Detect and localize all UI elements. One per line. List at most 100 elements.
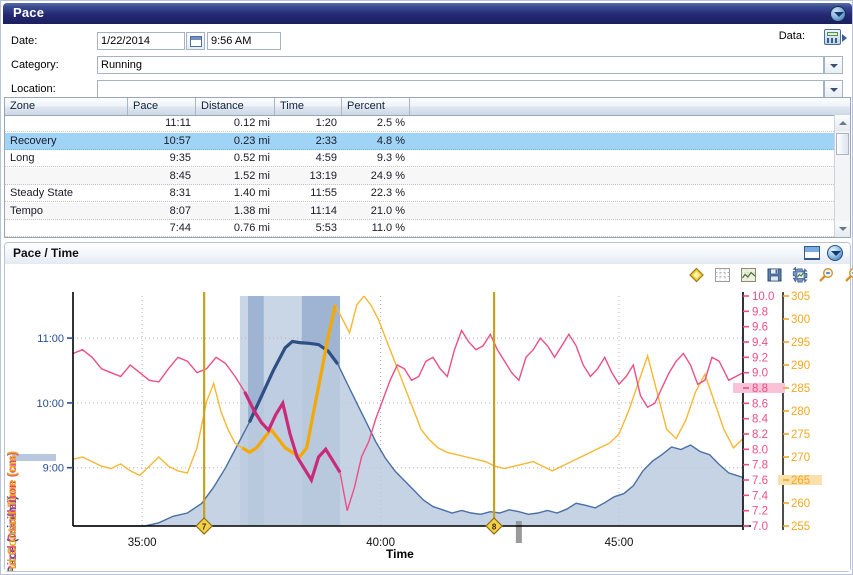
svg-text:305: 305 (791, 291, 810, 303)
scroll-down-icon[interactable] (835, 221, 850, 237)
gray-marker-bar (515, 521, 522, 543)
table-row[interactable]: Tempo 8:07 1.38 mi 11:14 21.0 % (5, 202, 836, 220)
location-input[interactable] (97, 80, 824, 98)
table-row[interactable]: Steady State 8:31 1.40 mi 11:55 22.3 % (5, 185, 836, 202)
time-input[interactable]: 9:56 AM (207, 32, 281, 50)
cell-pace: 8:45 (169, 169, 191, 182)
cell-zone: Tempo (10, 204, 44, 217)
svg-text:8.8: 8.8 (752, 383, 768, 395)
svg-text:260: 260 (791, 498, 810, 510)
svg-text:9.6: 9.6 (752, 322, 768, 334)
zone-table: Zone Pace Distance Time Percent 11:11 0.1… (4, 97, 851, 238)
date-input[interactable]: 1/22/2014 (97, 32, 185, 50)
chart-image-icon[interactable] (740, 267, 757, 283)
cell-percent: 4.8 % (376, 134, 405, 147)
cell-zone (10, 220, 128, 237)
location-dropdown-icon[interactable] (824, 80, 843, 98)
svg-text:8.6: 8.6 (752, 398, 768, 410)
cell-percent: 9.3 % (376, 152, 405, 164)
svg-text:285: 285 (791, 383, 810, 395)
zoom-out-icon[interactable] (818, 267, 835, 283)
col-header-percent[interactable]: Percent (342, 98, 410, 115)
data-expand-icon[interactable] (842, 34, 847, 42)
table-scrollbar[interactable] (834, 115, 850, 237)
svg-text:280: 280 (791, 406, 810, 418)
table-row[interactable]: Recovery 10:57 0.23 mi 2:33 4.8 % (5, 132, 836, 150)
table-row[interactable]: Long 9:35 0.52 mi 4:59 9.3 % (5, 150, 836, 167)
table-row[interactable]: 8:45 1.52 mi 13:19 24.9 % (5, 167, 836, 185)
svg-text:10:00: 10:00 (36, 398, 64, 410)
col-header-distance[interactable]: Distance (196, 98, 275, 115)
chart-title: Pace / Time (13, 246, 79, 260)
category-dropdown-icon[interactable] (824, 56, 843, 74)
cell-time: 4:59 (315, 152, 337, 164)
svg-text:300: 300 (791, 314, 810, 326)
cell-time: 11:55 (310, 187, 337, 199)
cell-percent: 11.0 % (371, 222, 405, 234)
svg-text:9.4: 9.4 (752, 337, 769, 349)
table-row[interactable]: 7:44 0.76 mi 5:53 11.0 % (5, 220, 836, 237)
cell-distance: 0.12 mi (233, 117, 270, 129)
col-header-pace[interactable]: Pace (128, 98, 196, 115)
cell-distance: 1.52 mi (233, 169, 270, 182)
svg-text:9.2: 9.2 (752, 352, 768, 364)
table-row[interactable]: 11:11 0.12 mi 1:20 2.5 % (5, 115, 836, 132)
cell-percent: 24.9 % (370, 169, 405, 182)
window-collapse-icon[interactable] (830, 6, 846, 22)
svg-text:7.2: 7.2 (752, 506, 768, 518)
chart-panel: Pace / Time 11:00 10:00 9:00 10.0 9.8 9.… (4, 242, 853, 572)
cell-zone: Recovery (10, 134, 57, 147)
col-header-blank[interactable] (410, 98, 850, 115)
svg-text:9.0: 9.0 (752, 368, 768, 380)
page-title: Pace (13, 5, 45, 20)
scroll-up-icon[interactable] (835, 115, 850, 131)
svg-text:35:00: 35:00 (128, 537, 157, 549)
zoom-in-icon[interactable] (844, 267, 853, 283)
scrollbar-thumb[interactable] (836, 133, 849, 155)
svg-text:7.4: 7.4 (752, 490, 769, 502)
svg-text:8.2: 8.2 (752, 429, 768, 441)
svg-text:9.8: 9.8 (752, 306, 768, 318)
split-view-icon[interactable] (804, 246, 820, 260)
svg-text:7.6: 7.6 (752, 475, 768, 487)
cell-distance: 1.40 mi (233, 187, 270, 199)
cell-distance: 0.52 mi (233, 152, 270, 164)
calculator-icon[interactable] (824, 29, 841, 45)
chart-plot-area[interactable]: 11:00 10:00 9:00 10.0 9.8 9.6 9.4 9.2 9.0 8.8 8.6 8… (5, 286, 850, 571)
settings-icon[interactable] (792, 266, 809, 283)
chart-header: Pace / Time (5, 243, 850, 265)
svg-text:11:00: 11:00 (37, 333, 64, 345)
ground-contact-time-line (72, 294, 744, 477)
cell-pace: 11:11 (165, 117, 191, 129)
marker-icon[interactable] (688, 267, 705, 283)
category-input[interactable]: Running (97, 56, 824, 74)
svg-text:290: 290 (791, 360, 810, 372)
x-axis-label: Time (386, 547, 414, 561)
svg-text:265: 265 (791, 475, 810, 487)
cell-distance: 1.38 mi (233, 204, 270, 217)
svg-text:8.0: 8.0 (752, 444, 768, 456)
cell-time: 5:53 (315, 222, 337, 234)
svg-text:7.8: 7.8 (752, 460, 768, 472)
cell-zone (10, 168, 128, 185)
col-header-time[interactable]: Time (275, 98, 342, 115)
chart-collapse-icon[interactable] (827, 245, 843, 261)
svg-text:7: 7 (202, 523, 207, 532)
svg-text:9:00: 9:00 (43, 463, 64, 475)
cell-pace: 9:35 (169, 152, 191, 164)
cell-zone (10, 115, 128, 132)
category-label: Category: (11, 59, 59, 71)
save-icon[interactable] (766, 267, 783, 283)
cell-percent: 22.3 % (370, 187, 405, 199)
chart-toolbar (5, 264, 853, 287)
activity-form: Date: 1/22/2014 9:56 AM Category: Runnin… (4, 26, 851, 98)
grid-icon[interactable] (714, 267, 731, 283)
svg-text:7.0: 7.0 (752, 521, 768, 533)
col-header-zone[interactable]: Zone (5, 98, 128, 115)
cell-pace: 8:07 (169, 204, 191, 217)
svg-text:8.4: 8.4 (752, 414, 769, 426)
cell-time: 2:33 (315, 134, 337, 147)
calendar-icon[interactable] (186, 32, 205, 50)
cell-pace: 7:44 (169, 222, 191, 234)
pace-window: Pace Date: 1/22/2014 9:56 AM Category: R… (0, 0, 853, 575)
